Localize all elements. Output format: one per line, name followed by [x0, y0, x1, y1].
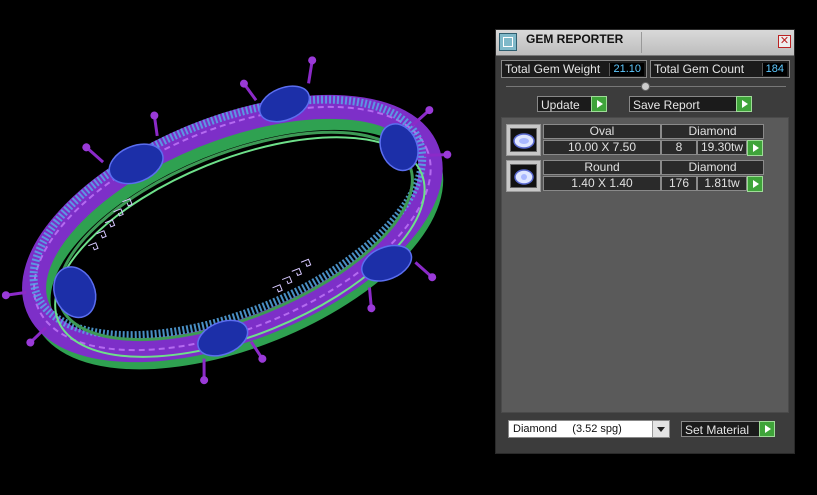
gem-weight: 19.30tw [697, 140, 747, 155]
gem-row-oval[interactable]: Oval Diamond 10.00 X 7.50 8 19.30tw [506, 124, 764, 156]
title-divider [641, 32, 642, 53]
play-arrow-icon[interactable] [747, 140, 763, 156]
oval-gem-icon [506, 124, 541, 156]
title-bar[interactable]: GEM REPORTER ✕ [496, 30, 794, 56]
save-report-button[interactable]: Save Report [629, 96, 752, 112]
gem-size: 10.00 X 7.50 [543, 140, 661, 155]
update-button[interactable]: Update [537, 96, 607, 112]
gem-weight: 1.81tw [697, 176, 747, 191]
gem-size: 1.40 X 1.40 [543, 176, 661, 191]
play-arrow-icon[interactable] [591, 96, 607, 112]
gem-count: 176 [661, 176, 697, 191]
gem-shape: Oval [543, 124, 661, 139]
gem-list[interactable]: Oval Diamond 10.00 X 7.50 8 19.30tw Roun… [501, 117, 789, 413]
total-gem-weight-value: 21.10 [609, 63, 644, 76]
gem-row-round[interactable]: Round Diamond 1.40 X 1.40 176 1.81tw [506, 160, 764, 192]
set-material-button-label: Set Material [685, 423, 750, 437]
window-title: GEM REPORTER [526, 32, 624, 46]
total-gem-count-value: 184 [761, 63, 787, 76]
close-button[interactable]: ✕ [778, 35, 791, 48]
material-select[interactable]: Diamond (3.52 spg) [508, 420, 670, 438]
save-report-button-label: Save Report [633, 98, 700, 112]
chevron-down-icon[interactable] [652, 421, 669, 437]
bangle-model [1, 56, 452, 385]
total-gem-weight-box: Total Gem Weight 21.10 [501, 60, 647, 78]
gem-count: 8 [661, 140, 697, 155]
gem-material: Diamond [661, 160, 764, 175]
total-gem-count-box: Total Gem Count 184 [650, 60, 790, 78]
gem-reporter-panel: GEM REPORTER ✕ Total Gem Weight 21.10 To… [495, 29, 795, 454]
total-gem-count-label: Total Gem Count [654, 62, 745, 76]
gem-reporter-app-icon [499, 33, 517, 51]
play-arrow-icon[interactable] [759, 421, 775, 437]
gem-material: Diamond [661, 124, 764, 139]
play-arrow-icon[interactable] [747, 176, 763, 192]
3d-viewport[interactable] [0, 0, 490, 495]
material-select-value: Diamond (3.52 spg) [513, 423, 622, 435]
gem-shape: Round [543, 160, 661, 175]
divider-handle[interactable] [641, 82, 650, 91]
total-gem-weight-label: Total Gem Weight [505, 62, 601, 76]
update-button-label: Update [541, 98, 580, 112]
play-arrow-icon[interactable] [736, 96, 752, 112]
set-material-button[interactable]: Set Material [681, 421, 775, 437]
round-gem-icon [506, 160, 541, 192]
